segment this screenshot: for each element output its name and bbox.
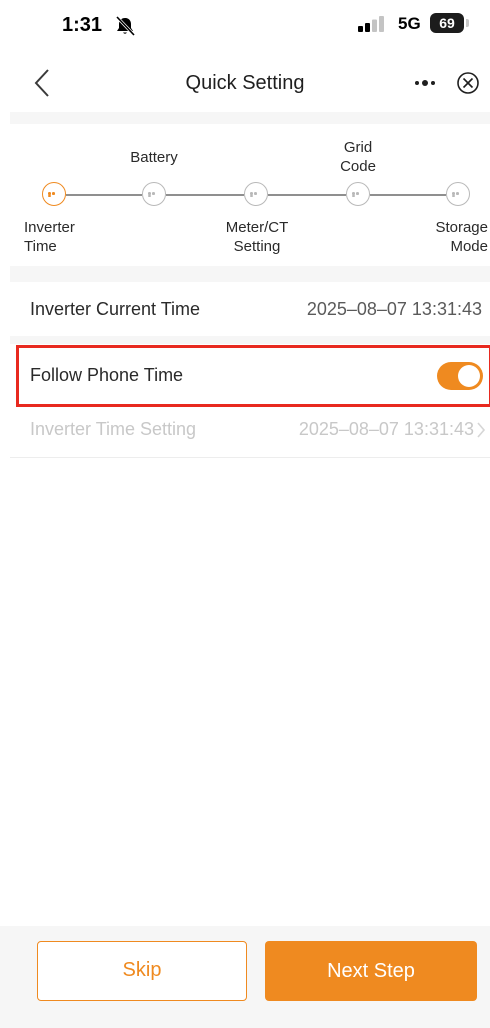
inverter-current-time-row: Inverter Current Time 2025–08–07 13:31:4… xyxy=(10,282,490,338)
step-label-storage-mode: Storage Mode xyxy=(435,219,488,255)
chevron-right-icon xyxy=(477,422,486,438)
step-dot-inverter-time xyxy=(42,182,66,206)
step-connector xyxy=(166,194,244,196)
signal-icon xyxy=(358,16,384,32)
step-connector xyxy=(370,194,446,196)
follow-phone-time-toggle[interactable] xyxy=(437,362,483,390)
step-dot-battery xyxy=(142,182,166,206)
nav-bar: Quick Setting xyxy=(0,56,490,110)
next-step-button[interactable]: Next Step xyxy=(265,941,477,1001)
step-dot-grid-code xyxy=(346,182,370,206)
toggle-knob xyxy=(458,365,480,387)
step-label-battery: Battery xyxy=(130,149,178,166)
step-label-inverter-time: Inverter Time xyxy=(24,219,75,255)
inverter-current-time-label: Inverter Current Time xyxy=(30,299,201,319)
bell-slash-icon xyxy=(115,16,136,36)
network-label: 5G xyxy=(398,14,421,33)
inverter-time-setting-row[interactable]: Inverter Time Setting 2025–08–07 13:31:4… xyxy=(10,402,490,458)
step-label-meter-ct: Meter/CT Setting xyxy=(225,219,289,255)
status-time: 1:31 xyxy=(62,14,103,36)
more-dots-icon[interactable] xyxy=(410,70,440,96)
step-dot-storage-mode xyxy=(446,182,470,206)
section-separator xyxy=(10,266,490,282)
skip-button[interactable]: Skip xyxy=(37,941,247,1001)
battery-indicator: 69 xyxy=(430,13,464,33)
inverter-current-time-value: 2025–08–07 13:31:43 xyxy=(306,299,482,319)
progress-stepper: Inverter Time Battery Meter/CT Setting G… xyxy=(0,126,490,266)
inverter-time-setting-value: 2025–08–07 13:31:43 xyxy=(298,419,474,439)
section-separator xyxy=(10,112,490,124)
close-circle-icon[interactable] xyxy=(455,70,481,96)
step-connector xyxy=(66,194,142,196)
status-bar: 1:31 5G 69 xyxy=(0,0,490,50)
step-label-grid-code: Grid Code xyxy=(340,139,376,175)
highlight-box xyxy=(16,345,490,407)
row-divider xyxy=(10,457,490,458)
inverter-time-setting-label: Inverter Time Setting xyxy=(30,419,197,439)
step-connector xyxy=(268,194,346,196)
battery-cap xyxy=(466,19,469,27)
step-dot-meter-ct xyxy=(244,182,268,206)
